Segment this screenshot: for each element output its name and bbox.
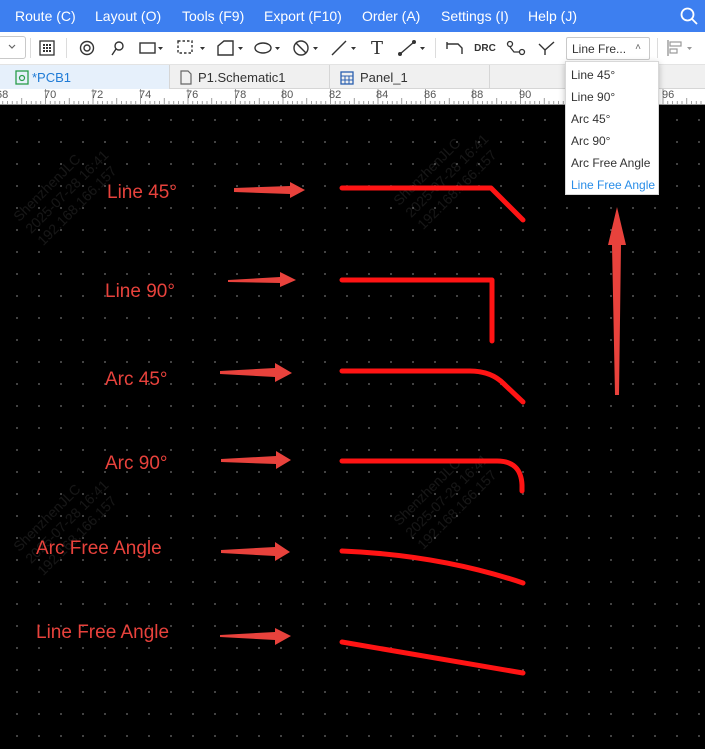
routing-mode-select[interactable]: Line Fre... ˄ [566, 37, 650, 60]
ruler-label: 82 [329, 89, 342, 101]
arrow-arc45 [220, 363, 292, 382]
option-line-90[interactable]: Line 90° [566, 86, 658, 108]
option-line-45[interactable]: Line 45° [566, 64, 658, 86]
menu-help[interactable]: Help (J) [528, 8, 577, 24]
via-icon[interactable] [78, 38, 96, 58]
label-line-45: Line 45° [107, 182, 177, 203]
tab-label: P1.Schematic1 [198, 70, 286, 85]
option-arc-90[interactable]: Arc 90° [566, 130, 658, 152]
tab-panel[interactable]: Panel_1 [330, 65, 490, 89]
toolbar-separator [30, 38, 31, 58]
schematic-icon [180, 70, 192, 88]
menu-layout[interactable]: Layout (O) [95, 8, 161, 24]
ruler-label: 78 [234, 89, 247, 101]
pcb-icon [15, 70, 29, 88]
menu-settings[interactable]: Settings (I) [441, 8, 509, 24]
routing-mode-dropdown: Line 45° Line 90° Arc 45° Arc 90° Arc Fr… [565, 61, 659, 195]
menu-order[interactable]: Order (A) [362, 8, 420, 24]
ruler-label: 74 [139, 89, 152, 101]
pad-icon[interactable] [109, 38, 127, 58]
route-icon[interactable] [445, 38, 465, 58]
polygon-icon[interactable] [215, 38, 245, 58]
tab-schematic[interactable]: P1.Schematic1 [170, 65, 330, 89]
line-icon[interactable] [330, 38, 360, 58]
label-line-free-angle: Line Free Angle [36, 622, 170, 643]
tab-label: Panel_1 [360, 70, 408, 85]
grid-icon[interactable] [38, 38, 56, 58]
ruler-label: 76 [186, 89, 199, 101]
no-entry-icon[interactable] [292, 38, 322, 58]
arrow-line45 [234, 182, 305, 198]
ruler-label: 90 [519, 89, 532, 101]
option-arc-free-angle[interactable]: Arc Free Angle [566, 152, 658, 174]
arrow-arcfree [221, 542, 290, 561]
toolbar-separator [657, 38, 658, 58]
tab-label: *PCB1 [32, 70, 72, 85]
label-line-90: Line 90° [105, 281, 175, 302]
text-icon[interactable]: T [367, 38, 387, 59]
ruler-label: 80 [281, 89, 294, 101]
trace-arc-45 [339, 368, 526, 405]
align-icon[interactable] [666, 38, 698, 58]
trace-line-45 [339, 185, 526, 223]
ruler-label: 72 [91, 89, 104, 101]
dashed-rect-icon[interactable] [177, 38, 207, 58]
drc-icon[interactable]: DRC [474, 38, 496, 58]
layer-select[interactable] [0, 36, 26, 59]
menu-export[interactable]: Export (F10) [264, 8, 342, 24]
canvas-drawing [220, 182, 626, 676]
toolbar-separator [435, 38, 436, 58]
menu-tools[interactable]: Tools (F9) [182, 8, 244, 24]
ellipse-icon[interactable] [254, 38, 284, 58]
label-arc-free-angle: Arc Free Angle [36, 538, 162, 559]
menu-route[interactable]: Route (C) [15, 8, 76, 24]
search-icon[interactable] [679, 6, 699, 26]
arrow-linefree [220, 628, 291, 645]
rect-select-icon[interactable] [139, 38, 165, 58]
chevron-up-icon: ˄ [635, 42, 641, 53]
label-arc-90: Arc 90° [105, 453, 168, 474]
arrow-line90 [228, 272, 296, 287]
branch-icon[interactable] [537, 38, 557, 58]
panel-icon [340, 71, 354, 88]
menu-bar: Route (C) Layout (O) Tools (F9) Export (… [0, 0, 705, 32]
ruler-label: 70 [44, 89, 57, 101]
trace-line-free [339, 639, 526, 676]
ruler-label: 68 [0, 89, 9, 101]
trace-line-90 [339, 277, 495, 344]
option-arc-45[interactable]: Arc 45° [566, 108, 658, 130]
traces [339, 185, 526, 676]
node-icon[interactable] [506, 38, 526, 58]
annotation-arrows [220, 182, 626, 645]
tab-pcb1[interactable]: *PCB1 [0, 65, 170, 89]
ruler-label: 86 [424, 89, 437, 101]
arrow-arc90 [221, 451, 291, 469]
trace-arc-90 [339, 458, 525, 494]
label-arc-45: Arc 45° [105, 369, 168, 390]
ruler-label: 88 [471, 89, 484, 101]
arrow-to-dropdown [608, 207, 626, 395]
option-line-free-angle[interactable]: Line Free Angle [566, 174, 658, 196]
dimension-icon[interactable] [397, 38, 429, 58]
toolbar-separator [66, 38, 67, 58]
ruler-label: 84 [376, 89, 389, 101]
pcb-canvas[interactable]: ShenzhenJLC 2025-07-28 16:41 192.168.166.1… [0, 105, 705, 749]
routing-mode-value: Line Fre... [572, 42, 627, 56]
trace-arc-free [339, 548, 526, 586]
ruler-label: 96 [662, 89, 675, 101]
